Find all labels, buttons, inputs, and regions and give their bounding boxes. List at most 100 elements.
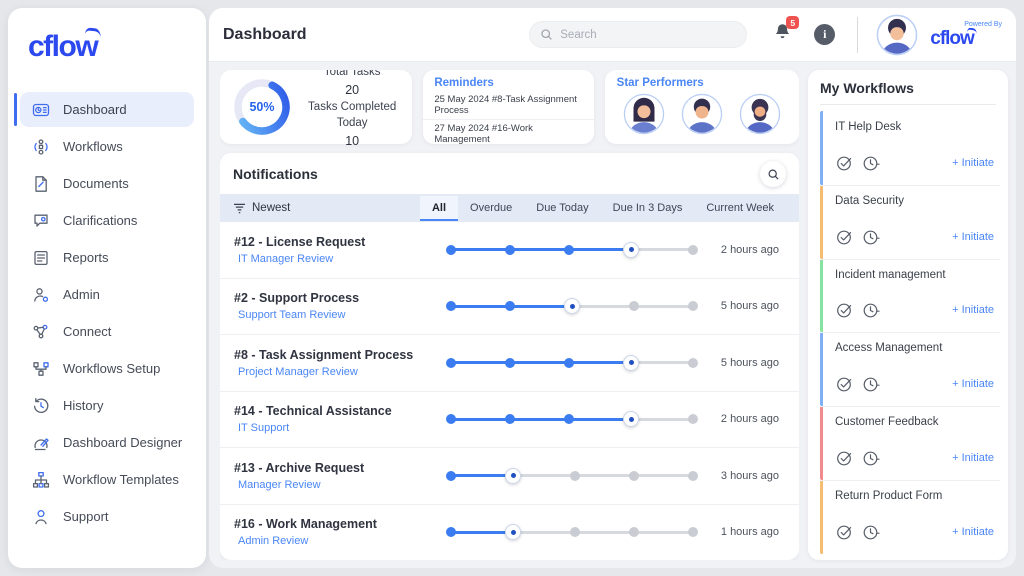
notification-title: #8 - Task Assignment Process bbox=[234, 348, 446, 362]
notification-stage: Support Team Review bbox=[234, 309, 446, 321]
stepper-dot bbox=[446, 471, 456, 481]
logo-accent bbox=[967, 27, 978, 34]
stepper-dot bbox=[688, 301, 698, 311]
notification-time: 3 hours ago bbox=[721, 470, 785, 482]
stepper-dot bbox=[564, 245, 574, 255]
reminder-item[interactable]: 27 May 2024 #16-Work Management bbox=[423, 120, 593, 144]
stepper-dot bbox=[570, 527, 580, 537]
notification-row[interactable]: #16 - Work Management Admin Review 1 hou… bbox=[220, 504, 799, 561]
check-circle-icon[interactable] bbox=[835, 374, 855, 394]
stepper-current-dot bbox=[623, 242, 639, 258]
clock-icon[interactable] bbox=[861, 300, 881, 320]
check-circle-icon[interactable] bbox=[835, 227, 855, 247]
tab-due-today[interactable]: Due Today bbox=[524, 196, 600, 221]
sidebar-item-dashboard[interactable]: Dashboard bbox=[20, 92, 194, 127]
sort-newest-button[interactable]: Newest bbox=[233, 202, 290, 214]
tab-all[interactable]: All bbox=[420, 196, 458, 221]
sidebar-item-admin[interactable]: Admin bbox=[20, 277, 194, 312]
notifications-search-button[interactable] bbox=[760, 161, 786, 187]
workflow-templates-icon bbox=[32, 471, 50, 489]
sidebar-item-label: Support bbox=[63, 509, 109, 524]
stepper-dot bbox=[629, 471, 639, 481]
search-input[interactable] bbox=[560, 29, 710, 41]
sidebar-item-documents[interactable]: Documents bbox=[20, 166, 194, 201]
powered-by-cflow-logo: cflow bbox=[930, 29, 974, 48]
sidebar-item-connect[interactable]: Connect bbox=[20, 314, 194, 349]
clock-icon[interactable] bbox=[861, 153, 881, 173]
sidebar-item-workflows-setup[interactable]: Workflows Setup bbox=[20, 351, 194, 386]
check-circle-icon[interactable] bbox=[835, 153, 855, 173]
notification-row[interactable]: #13 - Archive Request Manager Review 3 h… bbox=[220, 447, 799, 504]
workflow-name: Incident management bbox=[835, 269, 996, 281]
workflow-list: IT Help Desk + Initiate Data Security bbox=[820, 105, 996, 554]
tab-overdue[interactable]: Overdue bbox=[458, 196, 524, 221]
info-button[interactable]: i bbox=[814, 24, 835, 45]
notification-row[interactable]: #14 - Technical Assistance IT Support 2 … bbox=[220, 391, 799, 448]
notifications-filter-bar: Newest All Overdue Due Today Due In 3 Da… bbox=[220, 194, 799, 222]
stepper-dot bbox=[688, 245, 698, 255]
stepper-current-dot bbox=[564, 298, 580, 314]
task-stats-text: Total Tasks 20 Tasks Completed Today 10 bbox=[302, 70, 402, 150]
sidebar-item-clarifications[interactable]: Clarifications bbox=[20, 203, 194, 238]
sidebar-item-label: Clarifications bbox=[63, 213, 137, 228]
stepper-segment bbox=[638, 418, 689, 421]
workflow-item-return-product-form: Return Product Form + Initiate bbox=[820, 480, 996, 554]
summary-cards-row: 50% Total Tasks 20 Tasks Completed Today… bbox=[220, 70, 799, 144]
stepper-segment bbox=[573, 361, 624, 364]
notification-stage: Admin Review bbox=[234, 535, 446, 547]
stepper-dot bbox=[446, 358, 456, 368]
tab-due-in-3-days[interactable]: Due In 3 Days bbox=[601, 196, 695, 221]
initiate-link[interactable]: + Initiate bbox=[952, 378, 996, 390]
tab-current-week[interactable]: Current Week bbox=[694, 196, 786, 221]
stepper-segment bbox=[514, 305, 565, 308]
sidebar-item-support[interactable]: Support bbox=[20, 499, 194, 534]
global-search[interactable] bbox=[529, 21, 747, 48]
stepper-dot bbox=[564, 414, 574, 424]
history-icon bbox=[32, 397, 50, 415]
sidebar-item-dashboard-designer[interactable]: Dashboard Designer bbox=[20, 425, 194, 460]
progress-stepper bbox=[446, 242, 698, 258]
center-column: 50% Total Tasks 20 Tasks Completed Today… bbox=[220, 70, 799, 560]
reminder-item[interactable]: 25 May 2024 #8-Task Assignment Process bbox=[423, 91, 593, 120]
check-circle-icon[interactable] bbox=[835, 448, 855, 468]
check-circle-icon[interactable] bbox=[835, 300, 855, 320]
notification-row[interactable]: #2 - Support Process Support Team Review… bbox=[220, 278, 799, 335]
tasks-completed-value: 10 bbox=[302, 132, 402, 150]
notification-row[interactable]: #12 - License Request IT Manager Review … bbox=[220, 222, 799, 278]
stepper-segment bbox=[520, 474, 571, 477]
clock-icon[interactable] bbox=[861, 448, 881, 468]
initiate-link[interactable]: + Initiate bbox=[952, 231, 996, 243]
sidebar-item-label: Dashboard bbox=[63, 102, 127, 117]
stepper-dot bbox=[570, 471, 580, 481]
notifications-bell-button[interactable]: 5 bbox=[773, 22, 792, 47]
initiate-link[interactable]: + Initiate bbox=[952, 526, 996, 538]
notifications-title: Notifications bbox=[233, 166, 318, 182]
clock-icon[interactable] bbox=[861, 522, 881, 542]
stepper-segment bbox=[573, 248, 624, 251]
dashboard-icon bbox=[32, 101, 50, 119]
clock-icon[interactable] bbox=[861, 227, 881, 247]
sidebar-item-history[interactable]: History bbox=[20, 388, 194, 423]
user-avatar[interactable] bbox=[876, 14, 918, 56]
sidebar-item-label: Workflows Setup bbox=[63, 361, 160, 376]
initiate-link[interactable]: + Initiate bbox=[952, 304, 996, 316]
stepper-segment bbox=[455, 531, 506, 534]
sidebar-item-reports[interactable]: Reports bbox=[20, 240, 194, 275]
workflow-name: Customer Feedback bbox=[835, 416, 996, 428]
notification-stage: IT Support bbox=[234, 422, 446, 434]
stepper-segment bbox=[579, 305, 630, 308]
stepper-segment bbox=[638, 248, 689, 251]
initiate-link[interactable]: + Initiate bbox=[952, 452, 996, 464]
sidebar-item-workflow-templates[interactable]: Workflow Templates bbox=[20, 462, 194, 497]
sidebar-item-workflows[interactable]: Workflows bbox=[20, 129, 194, 164]
notification-time: 5 hours ago bbox=[721, 300, 785, 312]
stepper-current-dot bbox=[505, 524, 521, 540]
notification-row[interactable]: #8 - Task Assignment Process Project Man… bbox=[220, 334, 799, 391]
initiate-link[interactable]: + Initiate bbox=[952, 157, 996, 169]
page-title: Dashboard bbox=[223, 26, 307, 44]
check-circle-icon[interactable] bbox=[835, 522, 855, 542]
clock-icon[interactable] bbox=[861, 374, 881, 394]
stepper-segment bbox=[520, 531, 571, 534]
progress-stepper bbox=[446, 298, 698, 314]
task-stats-card: 50% Total Tasks 20 Tasks Completed Today… bbox=[220, 70, 412, 144]
